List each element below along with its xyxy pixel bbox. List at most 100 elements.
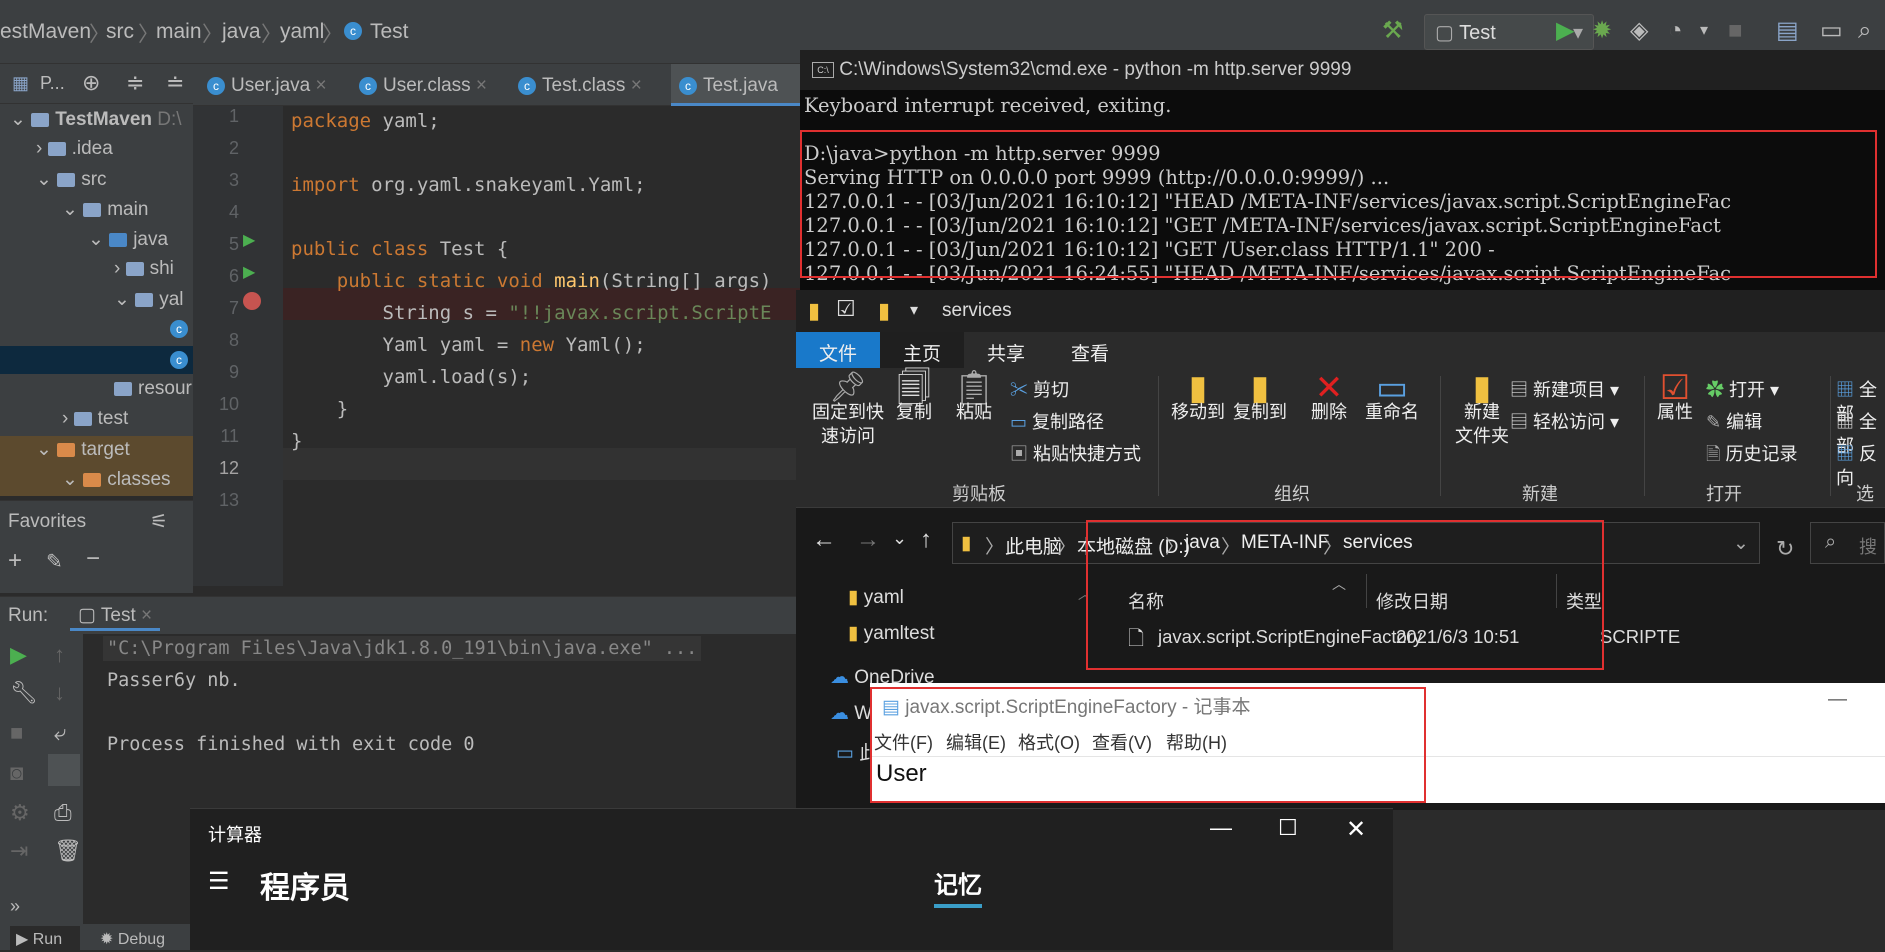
- tree-item-main[interactable]: ⌄ main: [62, 198, 148, 221]
- rename-button[interactable]: ▭ 重命名: [1356, 371, 1428, 424]
- more-icon[interactable]: »: [10, 896, 20, 917]
- notepad-content[interactable]: User: [876, 760, 927, 788]
- cmd-titlebar[interactable]: C:\ C:\Windows\System32\cmd.exe - python…: [800, 50, 1885, 90]
- wrench-icon[interactable]: 🔧︎: [10, 680, 38, 706]
- column-header-type[interactable]: 类型: [1566, 588, 1602, 614]
- rerun-icon[interactable]: ▶: [10, 642, 27, 668]
- address-dropdown-icon[interactable]: ⌄: [1733, 532, 1749, 555]
- paste-button[interactable]: 📋︎ 粘贴: [946, 371, 1002, 424]
- settings-icon[interactable]: ⚟: [150, 509, 168, 534]
- tab-test-class[interactable]: c Test.class ×: [518, 64, 666, 106]
- tab-view[interactable]: 查看: [1048, 332, 1132, 368]
- properties-button[interactable]: ☑ 属性: [1648, 371, 1702, 424]
- new-folder-button[interactable]: ▮ 新建 文件夹: [1448, 371, 1516, 448]
- tool-tab-run[interactable]: ▶ Run: [10, 926, 80, 950]
- stop-icon[interactable]: ■: [1728, 16, 1743, 46]
- tab-user-java[interactable]: c User.java ×: [207, 64, 352, 106]
- breadcrumb-main[interactable]: main: [156, 20, 202, 44]
- paste-shortcut-button[interactable]: ▣ 粘贴快捷方式: [1010, 442, 1141, 466]
- run-gutter-icon[interactable]: ▶: [243, 262, 255, 282]
- project-structure-icon[interactable]: ▤: [1776, 16, 1799, 46]
- copy-path-button[interactable]: ▭ 复制路径: [1010, 410, 1104, 434]
- column-header-date[interactable]: 修改日期: [1376, 588, 1448, 614]
- remove-icon[interactable]: −: [86, 545, 100, 573]
- nav-item-w[interactable]: ☁ W: [830, 702, 872, 725]
- close-icon[interactable]: ✕: [1346, 815, 1366, 844]
- menu-format[interactable]: 格式(O): [1018, 729, 1080, 755]
- run-icon[interactable]: ▶: [1556, 16, 1574, 46]
- customize-qa-icon[interactable]: ▾: [910, 300, 918, 320]
- edit-button[interactable]: ✎ 编辑: [1706, 410, 1762, 434]
- stop-icon[interactable]: ■: [10, 720, 23, 746]
- forward-arrow-icon[interactable]: →: [856, 526, 880, 554]
- chevron-down-icon[interactable]: ▾: [1700, 16, 1708, 46]
- print-icon[interactable]: ⎙: [54, 800, 72, 826]
- memory-tab[interactable]: 记忆: [934, 865, 982, 908]
- exit-icon[interactable]: ⇥: [10, 838, 28, 864]
- address-bar[interactable]: ▮ 〉 此电脑 〉 本地磁盘 (D:) 〉 java 〉 META-INF 〉 …: [952, 522, 1760, 564]
- tab-home[interactable]: 主页: [880, 332, 964, 368]
- run-gutter-icon[interactable]: ▶: [243, 230, 255, 250]
- back-arrow-icon[interactable]: ←: [812, 526, 836, 554]
- tree-item-yal[interactable]: ⌄ yal: [114, 288, 184, 311]
- code-editor[interactable]: package yaml; import org.yaml.snakeyaml.…: [283, 106, 800, 586]
- tree-item-resources[interactable]: resour: [114, 378, 192, 400]
- hamburger-menu-icon[interactable]: ☰: [208, 867, 230, 896]
- menu-help[interactable]: 帮助(H): [1166, 729, 1227, 755]
- edit-pencil-icon[interactable]: ✎: [46, 549, 63, 574]
- tree-item-java[interactable]: ⌄ java: [88, 228, 168, 251]
- up-arrow-icon[interactable]: ↑: [920, 526, 932, 554]
- easy-access-button[interactable]: ▤ 轻松访问 ▾: [1510, 410, 1619, 434]
- breakpoint-icon[interactable]: [243, 292, 261, 310]
- minimize-icon[interactable]: —: [1828, 689, 1847, 711]
- tab-user-class[interactable]: c User.class ×: [359, 64, 496, 106]
- tab-share[interactable]: 共享: [964, 332, 1048, 368]
- refresh-icon[interactable]: ↻: [1776, 536, 1794, 562]
- search-box[interactable]: ⌕ 搜: [1810, 522, 1885, 564]
- copy-to-button[interactable]: ▮ 复制到: [1228, 371, 1292, 424]
- move-to-button[interactable]: ▮ 移动到: [1166, 371, 1230, 424]
- menu-edit[interactable]: 编辑(E): [946, 729, 1006, 755]
- tree-item-classes[interactable]: ⌄ classes: [62, 468, 171, 491]
- tree-class-user[interactable]: c: [170, 320, 194, 338]
- gear-icon[interactable]: ⚙: [10, 800, 30, 826]
- open-button[interactable]: ✿ 打开 ▾: [1706, 378, 1779, 402]
- breadcrumb-java[interactable]: java: [222, 20, 261, 44]
- camera-icon[interactable]: ◙: [10, 760, 23, 786]
- tool-tab-debug[interactable]: ✹ Debug: [94, 926, 171, 952]
- explorer-titlebar[interactable]: ▮ ☑ ▮ ▾ services: [796, 290, 1885, 332]
- recent-locations-icon[interactable]: ⌄: [892, 528, 907, 549]
- maximize-icon[interactable]: ☐: [1278, 815, 1298, 841]
- new-folder-qa-icon[interactable]: ▮: [878, 298, 890, 324]
- debug-bug-icon[interactable]: ✹: [1592, 16, 1612, 46]
- build-hammer-icon[interactable]: ⚒: [1382, 16, 1404, 46]
- cut-button[interactable]: ✂ 剪切: [1010, 378, 1069, 402]
- coverage-icon[interactable]: ◈: [1630, 16, 1648, 46]
- minimize-icon[interactable]: —: [1210, 815, 1232, 841]
- scroll-to-end-icon[interactable]: [48, 754, 80, 786]
- layout-icon[interactable]: ▭: [1820, 16, 1843, 46]
- trash-icon[interactable]: 🗑︎: [54, 838, 82, 864]
- breadcrumb-project[interactable]: estMaven: [0, 20, 91, 44]
- breadcrumb-yaml[interactable]: yaml: [280, 20, 324, 44]
- tree-item-shi[interactable]: › shi: [114, 258, 174, 280]
- search-icon[interactable]: ⌕: [1858, 16, 1871, 46]
- menu-view[interactable]: 查看(V): [1092, 729, 1152, 755]
- path-services[interactable]: services: [1343, 532, 1413, 554]
- tree-item-test[interactable]: › test: [62, 408, 128, 430]
- new-item-button[interactable]: ▤ 新建项目 ▾: [1510, 378, 1619, 402]
- tree-class-test-selected[interactable]: c: [0, 346, 193, 374]
- nav-item-yamltest[interactable]: ▮ yamltest: [848, 622, 935, 645]
- locate-icon[interactable]: ⊕: [82, 70, 100, 96]
- copy-button[interactable]: 🗐︎ 复制: [886, 371, 942, 424]
- project-panel-title[interactable]: P...: [40, 73, 65, 94]
- run-tab-test[interactable]: ▢ Test ×: [70, 601, 161, 631]
- collapse-all-icon[interactable]: ≐: [166, 70, 184, 96]
- tree-item-target[interactable]: ⌄ target: [36, 438, 130, 461]
- path-meta-inf[interactable]: META-INF: [1241, 532, 1329, 554]
- breadcrumb-src[interactable]: src: [106, 20, 134, 44]
- tree-item-src[interactable]: ⌄ src: [36, 168, 107, 191]
- tab-file[interactable]: 文件: [796, 332, 880, 368]
- tree-item-idea[interactable]: › .idea: [36, 138, 113, 160]
- breadcrumb-test[interactable]: Test: [370, 20, 409, 44]
